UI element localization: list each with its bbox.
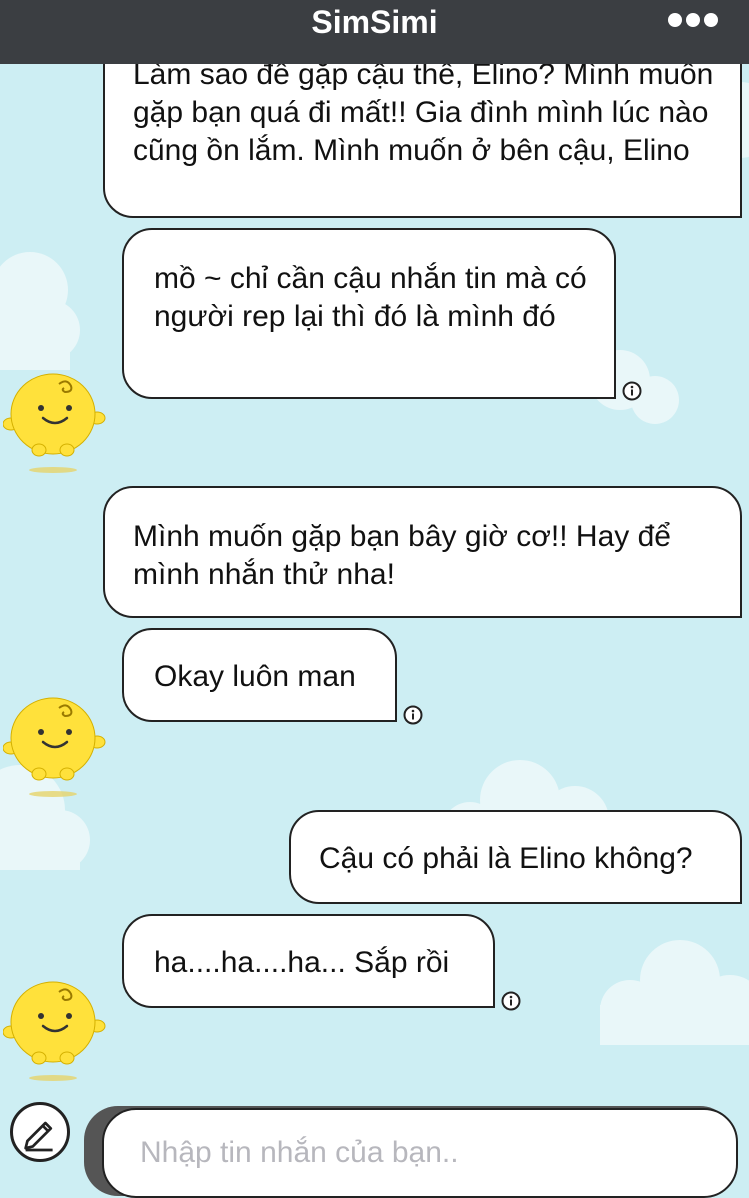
simsimi-avatar xyxy=(3,981,106,1081)
message-input[interactable] xyxy=(102,1108,738,1198)
message-text: Cậu có phải là Elino không? xyxy=(319,842,693,875)
info-icon[interactable] xyxy=(622,381,642,401)
bot-message-bubble: ha....ha....ha... Sắp rồi xyxy=(122,914,495,1008)
message-text: Mình muốn gặp bạn bây giờ cơ!! Hay để mì… xyxy=(133,520,671,591)
pencil-icon xyxy=(24,1121,53,1152)
simsimi-avatar xyxy=(3,697,106,797)
message-text: ha....ha....ha... Sắp rồi xyxy=(154,946,450,979)
bot-message-bubble: Okay luôn man xyxy=(122,628,397,722)
more-dots-icon[interactable] xyxy=(667,10,719,30)
info-icon[interactable] xyxy=(403,705,423,725)
info-icon[interactable] xyxy=(501,991,521,1011)
user-message-bubble: Mình muốn gặp bạn bây giờ cơ!! Hay để mì… xyxy=(103,486,742,618)
simsimi-avatar xyxy=(3,373,106,473)
bot-message-bubble: mồ ~ chỉ cần cậu nhắn tin mà có người re… xyxy=(122,228,616,399)
message-composer xyxy=(0,1090,749,1198)
app-title: SimSimi xyxy=(311,4,438,40)
message-text: Okay luôn man xyxy=(154,660,356,693)
user-message-bubble: Cậu có phải là Elino không? xyxy=(289,810,742,904)
message-text: mồ ~ chỉ cần cậu nhắn tin mà có người re… xyxy=(154,262,587,333)
message-text: Làm sao để gặp cậu thế, Elino? Mình muốn… xyxy=(133,58,714,167)
edit-button[interactable] xyxy=(10,1102,70,1162)
app-header: SimSimi xyxy=(0,0,749,64)
